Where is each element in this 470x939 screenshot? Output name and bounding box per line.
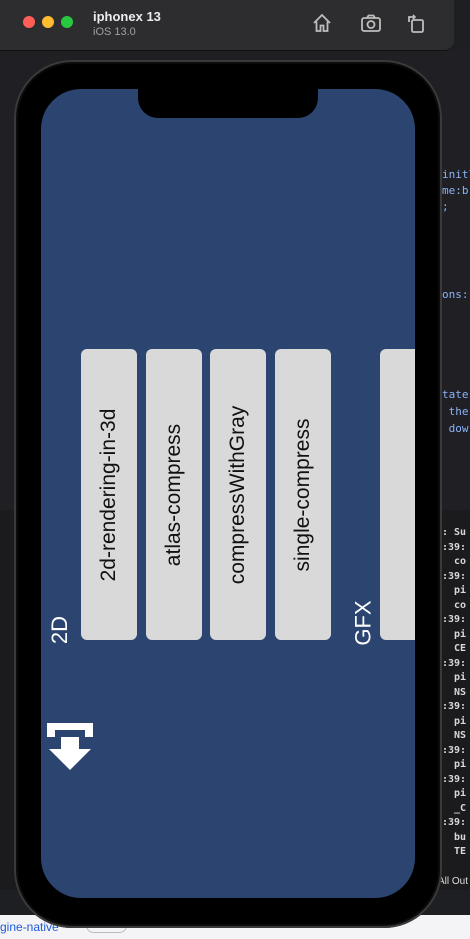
code-fragment: initl <box>442 168 470 181</box>
test-button-label: single-compress <box>291 418 314 571</box>
device-name: iphonex 13 <box>93 9 161 24</box>
code-fragment: ; <box>442 200 449 213</box>
minimize-window-button[interactable] <box>42 16 54 28</box>
test-button-compress-with-gray[interactable]: compressWithGray <box>210 349 266 640</box>
console-line: :39: <box>442 773 467 785</box>
device-notch <box>138 89 318 118</box>
os-version: iOS 13.0 <box>93 26 136 38</box>
console-line: co <box>442 599 467 611</box>
console-line: pi <box>442 759 467 770</box>
test-button-single-compress[interactable]: single-compress <box>275 349 331 640</box>
section-title-gfx: GFX <box>350 600 376 646</box>
console-line: co <box>442 556 467 567</box>
console-line: :39: <box>442 657 467 669</box>
test-button-label: atlas-compress <box>162 423 185 566</box>
code-fragment: dow <box>442 422 469 435</box>
console-line: NS <box>442 730 467 741</box>
console-line: : Su <box>442 527 467 538</box>
app-screen: 2D 2d-rendering-in-3d atlas-compress com… <box>41 89 415 898</box>
console-line: bu <box>442 831 467 843</box>
console-line: :39: <box>442 817 467 828</box>
console-line: :39: <box>442 744 467 756</box>
section-title-2d: 2D <box>47 615 73 645</box>
console-line: :39: <box>442 701 467 712</box>
close-window-button[interactable] <box>23 16 35 28</box>
zoom-window-button[interactable] <box>61 16 73 28</box>
test-button-label: compressWithGray <box>226 405 249 584</box>
console-line: NS <box>442 686 467 698</box>
simulator-titlebar: iphonex 13 iOS 13.0 <box>0 0 454 51</box>
console-line: pi <box>442 628 467 640</box>
test-button-atlas-compress[interactable]: atlas-compress <box>146 349 202 640</box>
console-line: pi <box>442 672 467 683</box>
console-line: pi <box>442 788 467 799</box>
console-line: pi <box>442 715 467 727</box>
test-button-mipmap-check[interactable]: mipMapCheck <box>380 349 415 640</box>
home-icon[interactable] <box>311 12 333 34</box>
code-fragment: the <box>442 405 469 418</box>
console-line: CE <box>442 643 467 654</box>
code-fragment: ons: <box>442 288 469 301</box>
console-filter-label: All Out <box>437 876 468 887</box>
console-line: :39: <box>442 614 467 625</box>
console-line: _C <box>442 802 467 814</box>
console-line: :39: <box>442 570 467 582</box>
console-line: :39: <box>442 541 467 553</box>
code-fragment: me:b <box>442 184 469 197</box>
back-arrow-icon[interactable] <box>45 721 97 771</box>
test-button-label: 2d-rendering-in-3d <box>97 408 120 581</box>
screenshot-camera-icon[interactable] <box>360 12 382 34</box>
code-fragment: tate <box>442 388 469 401</box>
console-line: pi <box>442 585 467 596</box>
rotate-icon[interactable] <box>405 12 427 34</box>
test-button-2d-rendering-in-3d[interactable]: 2d-rendering-in-3d <box>81 349 137 640</box>
console-line: TE <box>442 846 467 857</box>
